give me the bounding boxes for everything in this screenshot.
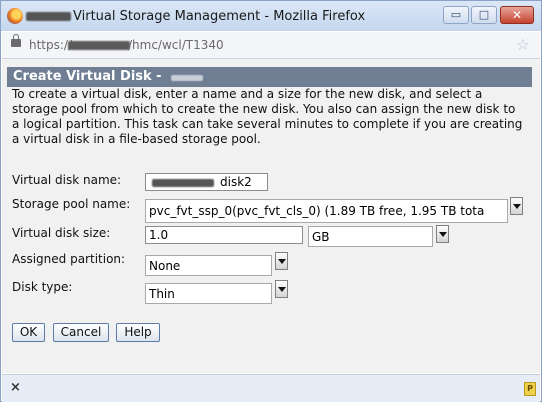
- storage-pool-select[interactable]: pvc_fvt_ssp_0(pvc_fvt_cls_0) (1.89 TB fr…: [145, 199, 508, 223]
- partition-label: Assigned partition:: [12, 252, 126, 266]
- partition-select[interactable]: None: [145, 255, 272, 276]
- ok-button[interactable]: OK: [12, 323, 45, 342]
- addon-icon[interactable]: P: [524, 382, 536, 396]
- firefox-icon: [7, 8, 23, 24]
- url-path: /hmc/wcl/T1340: [128, 38, 224, 52]
- size-unit-select[interactable]: GB: [308, 226, 433, 247]
- redacted-title-suffix: [171, 75, 203, 81]
- disk-name-input[interactable]: disk2: [145, 173, 268, 191]
- partition-dropdown-button[interactable]: [275, 252, 288, 270]
- window-title: Virtual Storage Management - Mozilla Fir…: [73, 9, 366, 24]
- browser-window: Virtual Storage Management - Mozilla Fir…: [0, 0, 542, 402]
- dialog-description: To create a virtual disk, enter a name a…: [12, 87, 523, 146]
- maximize-button[interactable]: □: [471, 6, 497, 24]
- disk-size-input[interactable]: 1.0: [145, 226, 303, 244]
- redacted-host: [26, 12, 71, 21]
- disk-name-label: Virtual disk name:: [12, 173, 122, 187]
- close-button[interactable]: ✕: [500, 6, 534, 24]
- lock-icon: [11, 34, 21, 47]
- disk-type-dropdown-button[interactable]: [275, 280, 288, 298]
- disk-type-select[interactable]: Thin: [145, 283, 272, 304]
- dialog-header: Create Virtual Disk -: [7, 67, 532, 87]
- storage-pool-dropdown-button[interactable]: [510, 197, 523, 215]
- minimize-button[interactable]: ▭: [443, 6, 469, 24]
- bookmark-star-icon[interactable]: ☆: [516, 35, 530, 54]
- disk-name-value: disk2: [220, 175, 252, 189]
- close-findbar-icon[interactable]: ×: [10, 380, 21, 395]
- dialog-content: Create Virtual Disk - To create a virtua…: [2, 59, 540, 373]
- storage-pool-label: Storage pool name:: [12, 197, 131, 211]
- size-unit-dropdown-button[interactable]: [436, 225, 449, 243]
- url-scheme: https://: [29, 38, 73, 52]
- address-bar[interactable]: https:// /hmc/wcl/T1340 ☆: [2, 32, 540, 59]
- cancel-button[interactable]: Cancel: [53, 323, 109, 342]
- title-bar: Virtual Storage Management - Mozilla Fir…: [1, 1, 541, 31]
- disk-size-label: Virtual disk size:: [12, 226, 111, 240]
- dialog-title: Create Virtual Disk -: [13, 69, 162, 84]
- help-button[interactable]: Help: [116, 323, 160, 342]
- disk-type-label: Disk type:: [12, 280, 73, 294]
- status-bar: × P: [2, 374, 540, 402]
- redacted-url-host: [68, 41, 130, 50]
- redacted-name-prefix: [152, 179, 214, 187]
